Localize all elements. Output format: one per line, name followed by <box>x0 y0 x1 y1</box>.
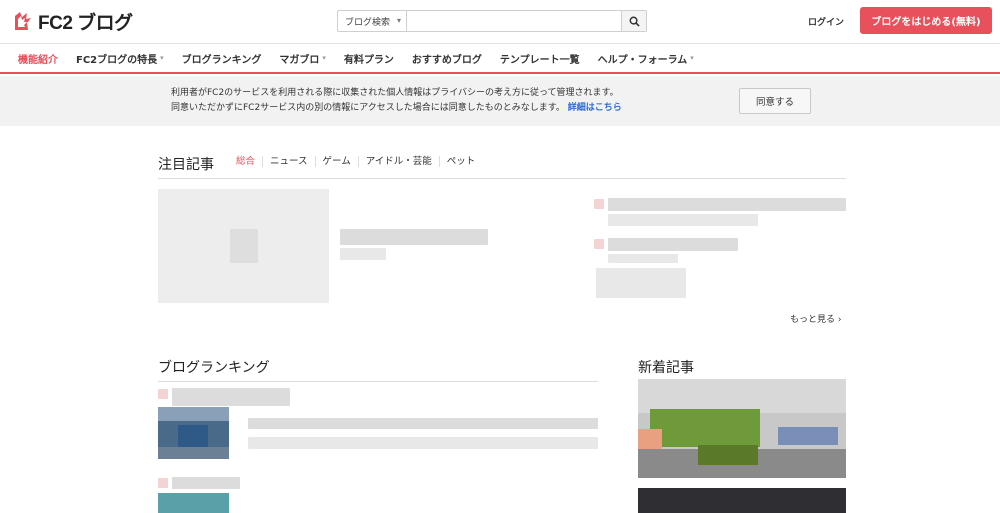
nav-item-magablo[interactable]: マガブロ ▾ <box>279 51 326 66</box>
list-item-blurred[interactable] <box>608 238 738 251</box>
privacy-notice-bar: 利用者がFC2のサービスを利用される際に収集された個人情報はプライバシーの考え方… <box>0 76 1000 126</box>
featured-article-meta-blurred <box>340 248 386 260</box>
list-item-marker <box>594 239 604 249</box>
logo[interactable]: FC2 ブログ <box>12 9 133 34</box>
thumbnail-pixel-block <box>178 425 208 447</box>
tab-pet[interactable]: ペット <box>438 156 483 167</box>
nav-item-label: ブログランキング <box>181 54 262 66</box>
nav-item-fc2-blog-features[interactable]: FC2ブログの特長 ▾ <box>76 51 164 66</box>
new-articles-section-title: 新着記事 <box>638 360 694 376</box>
tab-overall[interactable]: 総合 <box>236 156 262 167</box>
rank-item-marker <box>158 389 168 399</box>
nav-item-label: ヘルプ・フォーラム <box>597 54 688 66</box>
thumbnail-pixel-block <box>698 445 758 465</box>
chevron-down-icon: ▾ <box>690 54 694 62</box>
tab-game[interactable]: ゲーム <box>314 156 358 167</box>
ranking-section-title: ブログランキング <box>158 360 270 376</box>
chevron-down-icon: ▾ <box>396 16 401 25</box>
new-article-thumbnail[interactable] <box>638 488 846 513</box>
list-item-marker <box>594 199 604 209</box>
privacy-notice-line-2-text: 同意いただかずにFC2サービス内の別の情報にアクセスした場合には同意したものとみ… <box>171 103 565 113</box>
privacy-details-link[interactable]: 詳細はこちら <box>568 103 622 113</box>
nav-item-label: FC2ブログの特長 <box>76 54 158 66</box>
list-item-blurred[interactable] <box>596 268 686 298</box>
more-link[interactable]: もっと見る › <box>790 312 842 325</box>
tab-idol-entertainment[interactable]: アイドル・芸能 <box>357 156 439 167</box>
chevron-right-icon: › <box>837 315 842 325</box>
search-bar: ブログ検索 ▾ <box>337 10 647 32</box>
featured-section-title: 注目記事 <box>158 157 214 173</box>
thumbnail-pixel-block <box>158 407 229 421</box>
image-placeholder-icon <box>230 229 258 263</box>
thumbnail-pixel-block <box>650 409 760 447</box>
thumbnail-pixel-block <box>638 429 662 449</box>
agree-button[interactable]: 同意する <box>739 88 811 114</box>
nav-item-help-forum[interactable]: ヘルプ・フォーラム ▾ <box>598 51 694 66</box>
nav-item-label: テンプレート一覧 <box>499 54 580 66</box>
logo-text: FC2 ブログ <box>38 12 133 34</box>
nav-item-blog-ranking[interactable]: ブログランキング <box>182 51 262 66</box>
search-icon <box>629 16 640 27</box>
privacy-notice-line-2: 同意いただかずにFC2サービス内の別の情報にアクセスした場合には同意したものとみ… <box>171 101 651 116</box>
more-label: もっと見る <box>790 315 836 325</box>
nav-item-label: 有料プラン <box>343 54 394 66</box>
chevron-down-icon: ▾ <box>160 54 164 62</box>
privacy-notice-line-1: 利用者がFC2のサービスを利用される際に収集された個人情報はプライバシーの考え方… <box>171 88 619 98</box>
search-type-select[interactable]: ブログ検索 ▾ <box>338 11 407 31</box>
search-input[interactable] <box>407 11 621 31</box>
rank-item-title-blurred[interactable] <box>172 477 240 489</box>
privacy-notice-text: 利用者がFC2のサービスを利用される際に収集された個人情報はプライバシーの考え方… <box>171 86 651 116</box>
start-blog-button[interactable]: ブログをはじめる(無料) <box>860 7 992 34</box>
tab-news[interactable]: ニュース <box>262 156 315 167</box>
thumbnail-pixel-block <box>158 447 229 459</box>
rank-item-desc-blurred <box>248 437 598 449</box>
featured-divider <box>158 178 846 179</box>
search-type-label: ブログ検索 <box>345 17 391 28</box>
nav-item-templates[interactable]: テンプレート一覧 <box>500 51 580 66</box>
nav-item-label: おすすめブログ <box>411 54 482 66</box>
thumbnail-pixel-block <box>778 427 838 445</box>
nav-item-label: マガブロ <box>279 54 320 66</box>
ranking-divider <box>158 381 598 382</box>
rank-item-title-blurred[interactable] <box>172 388 290 406</box>
list-item-blurred[interactable] <box>608 198 846 211</box>
nav-item-label: 機能紹介 <box>18 54 58 66</box>
main-nav: 機能紹介 FC2ブログの特長 ▾ ブログランキング マガブロ ▾ 有料プラン おすす… <box>0 43 1000 74</box>
nav-item-recommended-blogs[interactable]: おすすめブログ <box>412 51 482 66</box>
list-item-blurred <box>608 254 678 263</box>
featured-article-title-blurred[interactable] <box>340 229 488 245</box>
fc2-logo-icon <box>15 12 31 30</box>
rank-item-thumbnail[interactable] <box>158 407 229 459</box>
header: FC2 ブログ ブログ検索 ▾ ログイン ブログをはじめる(無料) <box>0 0 1000 42</box>
thumbnail-pixel-block <box>638 379 846 413</box>
rank-item-thumbnail[interactable] <box>158 493 229 513</box>
rank-item-marker <box>158 478 168 488</box>
search-button[interactable] <box>621 11 646 31</box>
nav-item-features[interactable]: 機能紹介 <box>18 51 58 66</box>
list-item-blurred <box>608 214 758 226</box>
featured-tabs: 総合 ニュース ゲーム アイドル・芸能 ペット <box>236 156 482 167</box>
login-link[interactable]: ログイン <box>808 15 844 28</box>
nav-item-paid-plan[interactable]: 有料プラン <box>344 51 394 66</box>
new-article-thumbnail[interactable] <box>638 379 846 478</box>
chevron-down-icon: ▾ <box>322 54 326 62</box>
featured-article-thumbnail[interactable] <box>158 189 329 303</box>
rank-item-desc-blurred <box>248 418 598 429</box>
